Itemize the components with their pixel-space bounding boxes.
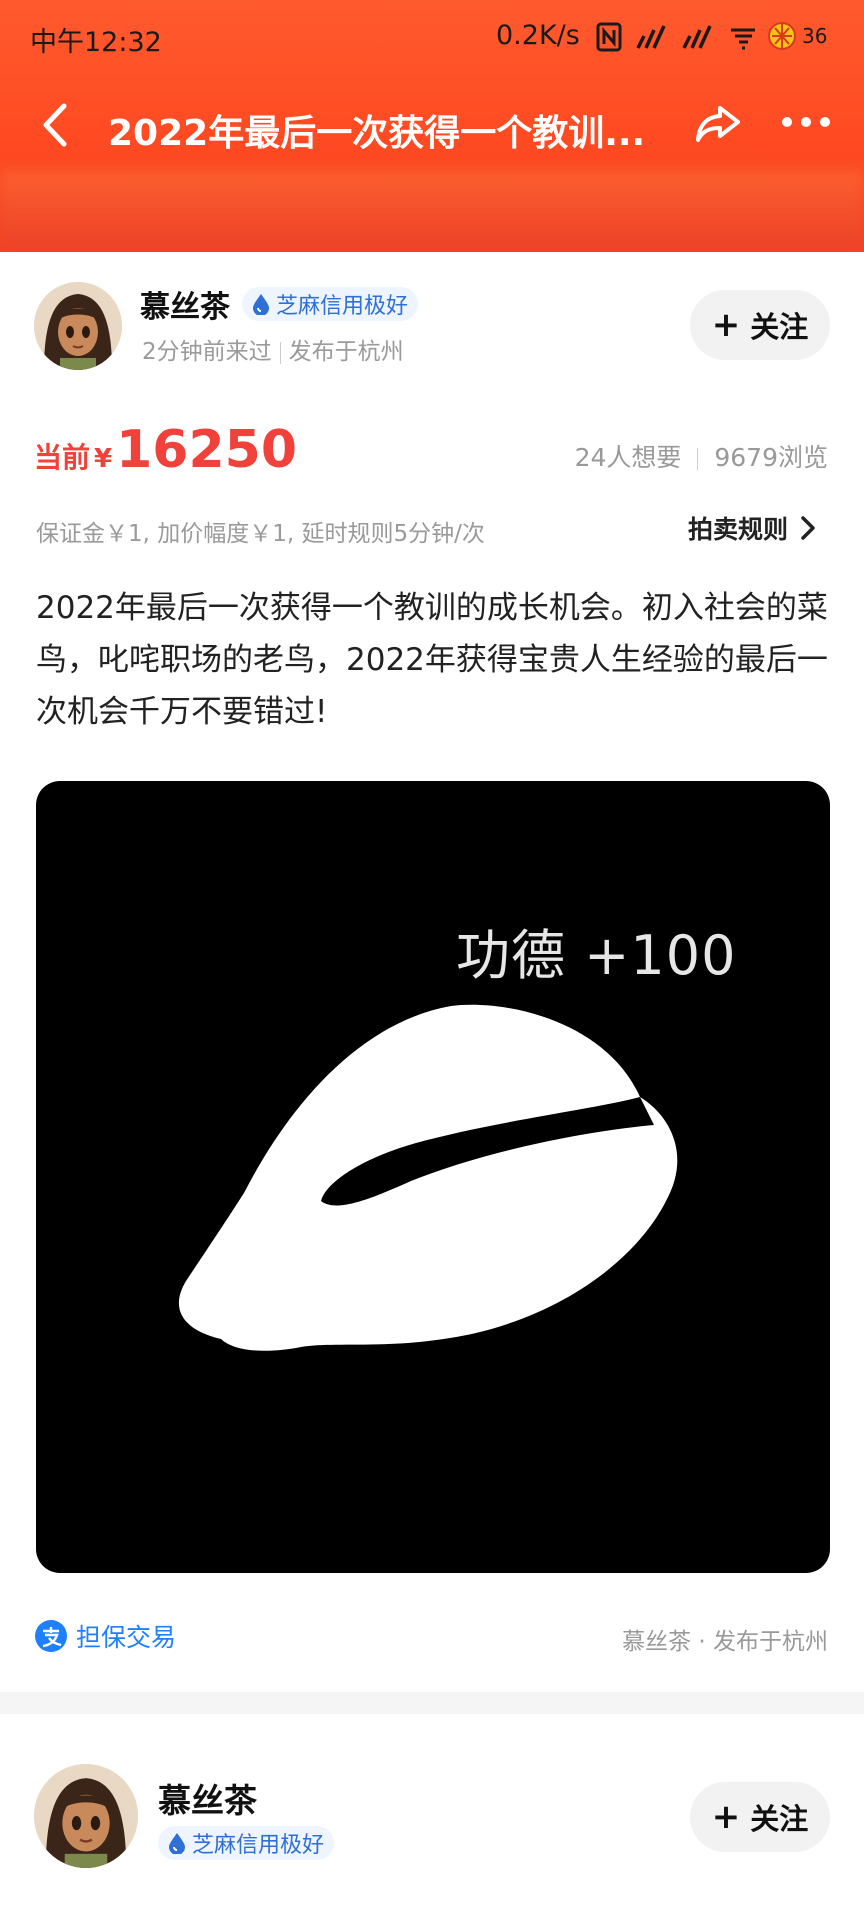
network-speed: 0.2K/s — [496, 20, 580, 51]
guarantee-badge[interactable]: 担保交易 — [34, 1618, 176, 1654]
credit-badge[interactable]: 芝麻信用极好 — [242, 287, 419, 321]
price-row: 当前 ¥ 16250 — [34, 420, 297, 480]
avatar-image — [34, 282, 122, 370]
credit-badge-label: 芝麻信用极好 — [276, 294, 409, 319]
share-icon[interactable] — [694, 102, 742, 146]
header-bar: 中午12:32 0.2K/s 36 2022年最后一次获得一个教训... — [0, 0, 864, 252]
plus-icon: + — [711, 305, 741, 345]
last-seen: 2分钟前来过 — [142, 339, 272, 365]
wifi-icon — [731, 28, 755, 50]
item-image[interactable]: 功德 +100 — [36, 781, 830, 1573]
avatar-image — [34, 1764, 138, 1868]
signal-icon — [636, 25, 666, 49]
auction-rules-label: 拍卖规则 — [688, 515, 789, 544]
alipay-icon — [35, 1620, 67, 1652]
auction-info: 保证金￥1, 加价幅度￥1, 延时规则5分钟/次 — [36, 521, 485, 547]
wants-count: 24人想要 — [574, 443, 682, 472]
back-icon[interactable] — [38, 102, 72, 148]
divider — [697, 448, 699, 470]
popularity: 24人想要 9679浏览 — [575, 438, 828, 474]
seller-name-row: 慕丝茶 芝麻信用极好 — [140, 282, 419, 326]
more-icon[interactable] — [780, 114, 832, 130]
status-bar: 中午12:32 0.2K/s 36 — [0, 0, 864, 74]
views-count: 9679浏览 — [714, 443, 828, 472]
battery-level: 36 — [802, 24, 828, 48]
header-glow — [0, 170, 864, 252]
page-title: 2022年最后一次获得一个教训... — [108, 113, 646, 154]
guarantee-label: 担保交易 — [76, 1623, 177, 1652]
price-prefix: 当前 — [34, 441, 91, 474]
app-notification-icon — [768, 22, 796, 50]
chevron-right-icon — [801, 516, 815, 540]
nav-bar: 2022年最后一次获得一个教训... — [0, 90, 864, 160]
divider — [279, 341, 281, 364]
item-card: 慕丝茶 芝麻信用极好 2分钟前来过 发布于杭州 + 关注 当前 ¥ 16250 2… — [0, 252, 864, 1692]
wooden-fish-icon — [178, 1004, 678, 1351]
section-divider — [0, 1692, 864, 1714]
seller-location: 发布于杭州 — [288, 339, 404, 365]
item-description: 2022年最后一次获得一个教训的成长机会。初入社会的菜鸟，叱咤职场的老鸟，202… — [36, 590, 828, 730]
seller-name[interactable]: 慕丝茶 — [158, 1774, 257, 1822]
seller-name[interactable]: 慕丝茶 — [140, 282, 230, 326]
follow-button[interactable]: + 关注 — [690, 290, 830, 360]
price-value: 16250 — [116, 420, 298, 480]
avatar[interactable] — [34, 282, 122, 370]
credit-badge-label: 芝麻信用极好 — [192, 1833, 325, 1858]
credit-badge[interactable]: 芝麻信用极好 — [158, 1826, 335, 1860]
seller-card: 慕丝茶 芝麻信用极好 + 关注 — [0, 1714, 864, 1920]
plus-icon: + — [711, 1797, 741, 1837]
water-drop-icon — [253, 294, 269, 315]
footer-seller-location: 慕丝茶 · 发布于杭州 — [622, 1629, 828, 1655]
signal-icon-2 — [682, 25, 712, 49]
price-currency: ¥ — [94, 444, 113, 474]
auction-rules-link[interactable]: 拍卖规则 — [688, 510, 818, 546]
seller-meta: 2分钟前来过 发布于杭州 — [142, 332, 404, 366]
follow-button[interactable]: + 关注 — [690, 1782, 830, 1852]
water-drop-icon — [169, 1833, 185, 1854]
nfc-icon — [596, 22, 622, 52]
status-time: 中午12:32 — [30, 27, 162, 58]
follow-label: 关注 — [750, 1802, 809, 1836]
avatar[interactable] — [34, 1764, 138, 1868]
follow-label: 关注 — [750, 310, 809, 344]
